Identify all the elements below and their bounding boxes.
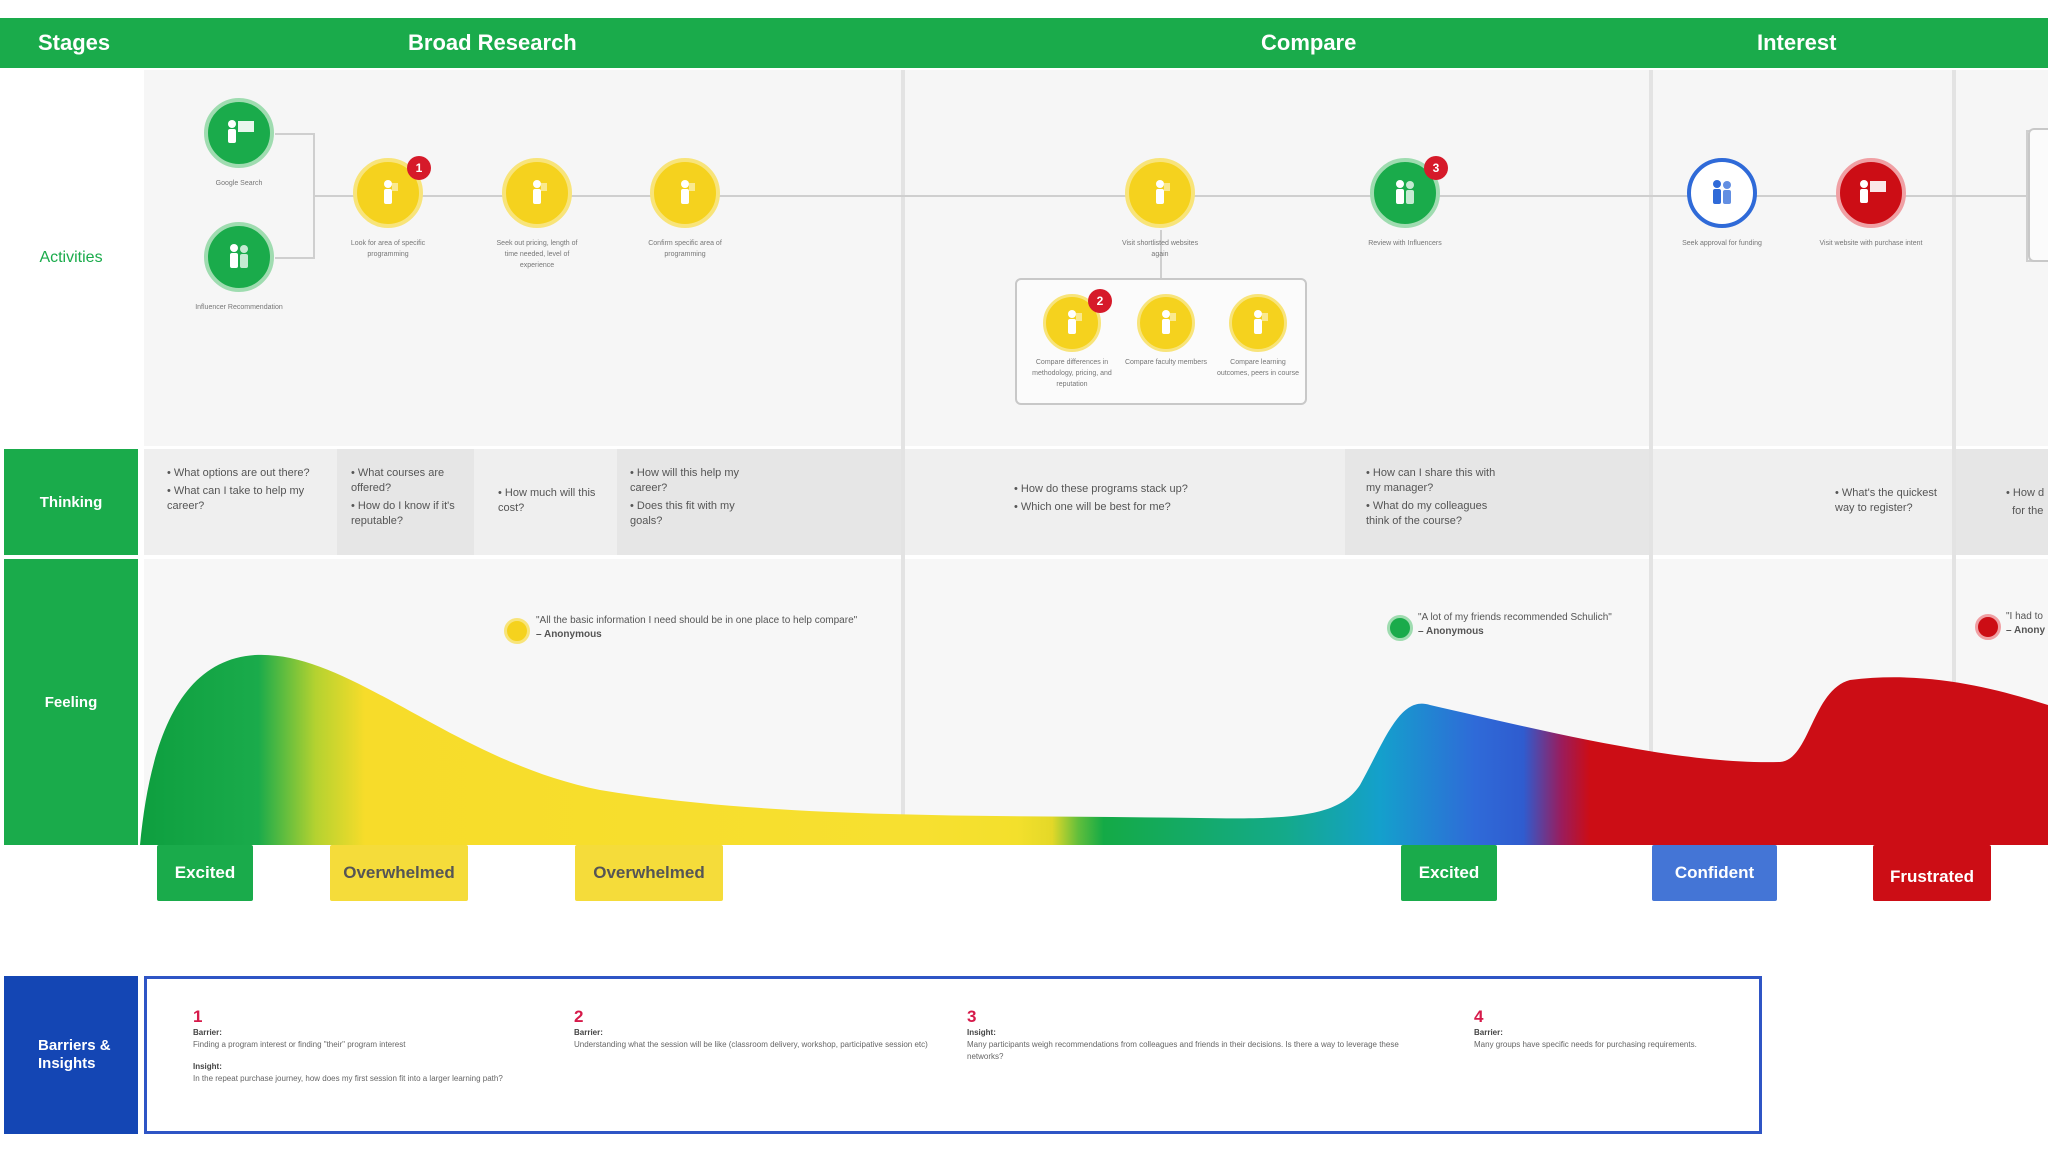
- quote-avatar-icon: [1387, 615, 1413, 641]
- feeling-label: Overwhelmed: [330, 845, 468, 901]
- quote: "A lot of my friends recommended Schulic…: [1418, 612, 1612, 637]
- barrier-item: 3 Insight: Many participants weigh recom…: [967, 1007, 1399, 1061]
- journey-map: Stages Broad Research Compare Interest A…: [0, 0, 2048, 1152]
- barrier-item: 1 Barrier: Finding a program interest or…: [193, 1007, 503, 1083]
- feeling-label: Excited: [157, 845, 253, 901]
- feeling-label: Excited: [1401, 845, 1497, 901]
- barrier-item: 2 Barrier: Understanding what the sessio…: [574, 1007, 928, 1049]
- barrier-item: 4 Barrier: Many groups have specific nee…: [1474, 1007, 1697, 1049]
- barriers-insights-box: 1 Barrier: Finding a program interest or…: [144, 976, 1762, 1134]
- quote-avatar-icon: [504, 618, 530, 644]
- feeling-label: Frustrated: [1873, 845, 1991, 901]
- feeling-label: Overwhelmed: [575, 845, 723, 901]
- quote: "All the basic information I need should…: [536, 615, 858, 640]
- quote-avatar-icon: [1975, 614, 2001, 640]
- emotion-area: [140, 654, 2048, 845]
- quote: "I had to – Anony: [2006, 611, 2046, 636]
- feeling-label: Confident: [1652, 845, 1777, 901]
